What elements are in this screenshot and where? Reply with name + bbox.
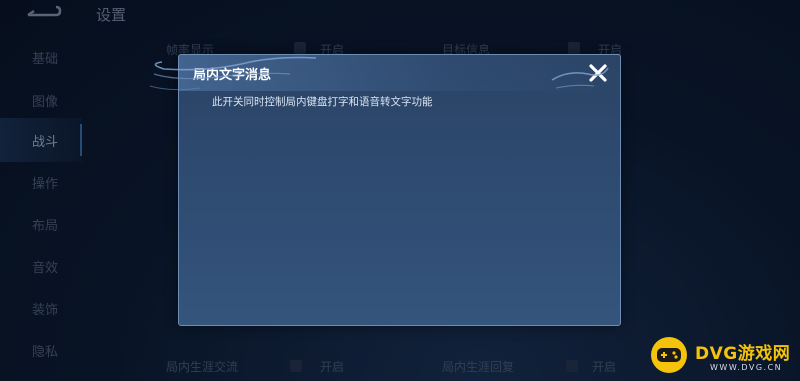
dialog-message: 此开关同时控制局内键盘打字和语音转文字功能 [212,96,433,108]
dvg-watermark: DVG游戏网 WWW.DVG.CN [640,330,800,381]
decorative-swirl-icon [149,56,317,91]
decorative-swirl-icon [551,67,609,89]
gamepad-logo-icon [651,337,687,373]
game-screen: 设置 基础 图像 战斗 操作 布局 音效 装饰 隐私 帧率显示 开启 目标信息 … [0,0,800,381]
watermark-url: WWW.DVG.CN [710,363,783,372]
watermark-brand: DVG游戏网 [695,344,791,364]
